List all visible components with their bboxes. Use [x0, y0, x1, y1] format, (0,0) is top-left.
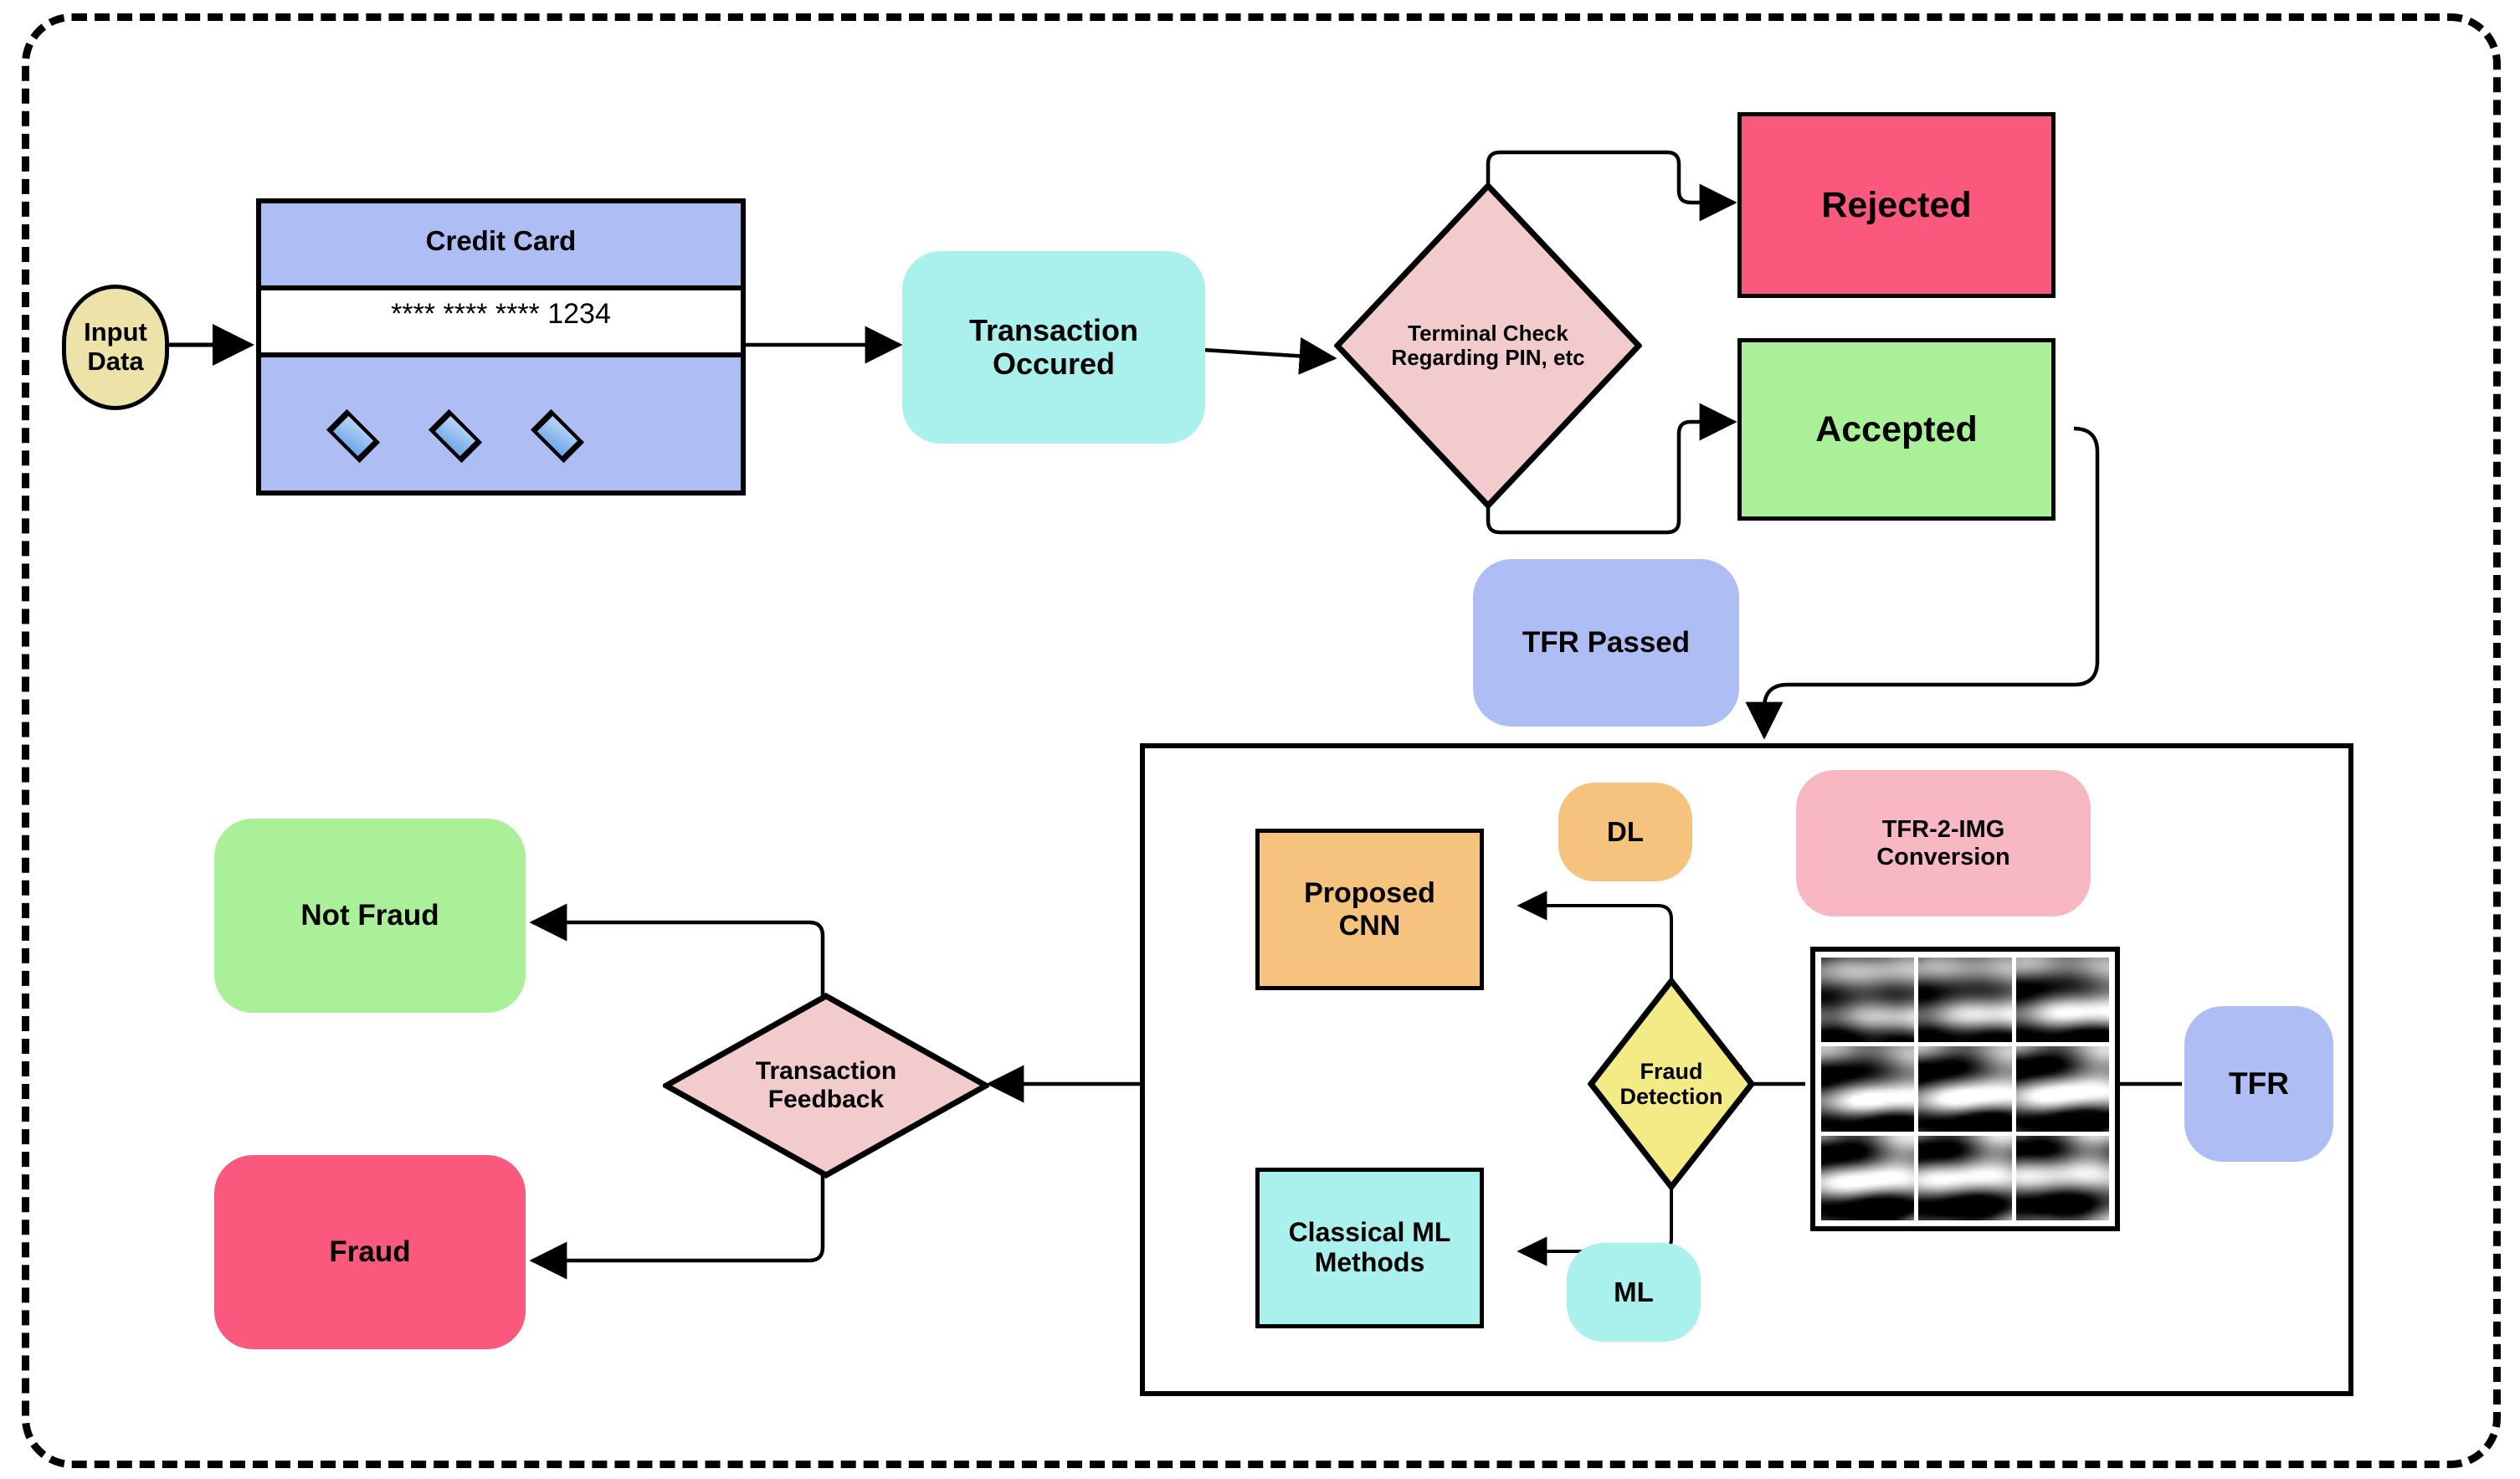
rejected-label: Rejected: [1821, 184, 1972, 225]
card-chip-row: [326, 408, 585, 464]
classical-ml-line1: Classical ML: [1288, 1217, 1451, 1248]
transaction-feedback-label: Transaction Feedback: [663, 993, 989, 1179]
node-transaction-feedback[interactable]: Transaction Feedback: [660, 992, 993, 1179]
node-input-data[interactable]: Input Data: [62, 285, 169, 410]
node-input-data-label: Input Data: [84, 317, 147, 376]
ml-label: ML: [1614, 1276, 1654, 1307]
transaction-feedback-line1: Transaction: [755, 1057, 897, 1086]
tfr-image-tile: [1821, 1135, 1915, 1220]
terminal-check-line2: Regarding PIN, etc: [1391, 345, 1585, 370]
card-title: Credit Card: [425, 225, 577, 256]
terminal-check-line1: Terminal Check: [1408, 320, 1568, 346]
node-tfr-image-grid[interactable]: [1810, 947, 2120, 1231]
tfr-image-tile: [1918, 958, 2012, 1043]
transaction-occured-line1: Transaction: [968, 312, 1139, 347]
tfr-2-img-line1: TFR-2-IMG: [1881, 816, 2005, 844]
node-ml[interactable]: ML: [1567, 1243, 1701, 1342]
node-dl[interactable]: DL: [1558, 783, 1692, 881]
node-tfr-passed[interactable]: TFR Passed: [1473, 559, 1739, 727]
not-fraud-label: Not Fraud: [300, 899, 439, 932]
transaction-occured-line2: Occured: [992, 347, 1116, 381]
fraud-detection-line2: Detection: [1619, 1084, 1723, 1109]
fraud-label: Fraud: [329, 1235, 411, 1269]
dl-label: DL: [1607, 815, 1644, 847]
tfr-image-tile: [1821, 1046, 1915, 1132]
terminal-check-label: Terminal Check Regarding PIN, etc: [1334, 182, 1642, 509]
node-terminal-check[interactable]: Terminal Check Regarding PIN, etc: [1333, 181, 1643, 511]
tfr-image-tile: [1918, 1135, 2012, 1220]
proposed-cnn-line2: CNN: [1338, 909, 1401, 942]
tfr-image-tile: [2015, 1135, 2109, 1220]
tfr-passed-label: TFR Passed: [1522, 626, 1691, 660]
tfr-2-img-line2: Conversion: [1876, 843, 2010, 870]
input-data-line1: Input: [84, 317, 147, 347]
tfr-image-tile: [1918, 1046, 2012, 1132]
node-fraud-detection[interactable]: Fraud Detection: [1587, 976, 1756, 1192]
classical-ml-label: Classical ML Methods: [1288, 1217, 1451, 1278]
transaction-occured-label: Transaction Occured: [968, 312, 1139, 382]
node-proposed-cnn[interactable]: Proposed CNN: [1255, 829, 1484, 990]
node-tfr-2-img-conversion[interactable]: TFR-2-IMG Conversion: [1796, 770, 2091, 917]
fraud-detection-label: Fraud Detection: [1588, 978, 1755, 1190]
card-chip-diamond-icon: [326, 408, 381, 464]
input-data-line2: Data: [87, 347, 144, 376]
card-chip-diamond-icon: [428, 408, 483, 464]
node-fraud[interactable]: Fraud: [214, 1155, 526, 1349]
tfr-label: TFR: [2229, 1066, 2289, 1102]
node-not-fraud[interactable]: Not Fraud: [214, 819, 526, 1013]
card-chip-diamond-icon: [530, 408, 585, 464]
tfr-image-tile: [2015, 958, 2109, 1043]
tfr-image-tile: [1821, 958, 1915, 1043]
card-number: **** **** **** 1234: [391, 298, 611, 330]
node-credit-card[interactable]: Credit Card **** **** **** 1234: [256, 198, 746, 496]
proposed-cnn-label: Proposed CNN: [1304, 877, 1435, 941]
node-rejected[interactable]: Rejected: [1737, 112, 2056, 298]
proposed-cnn-line1: Proposed: [1304, 877, 1435, 910]
node-classical-ml-methods[interactable]: Classical ML Methods: [1255, 1168, 1484, 1328]
node-transaction-occured[interactable]: Transaction Occured: [902, 251, 1205, 444]
fraud-detection-line1: Fraud: [1640, 1058, 1703, 1084]
tfr-2-img-label: TFR-2-IMG Conversion: [1876, 816, 2010, 870]
tfr-image-tile: [2015, 1046, 2109, 1132]
classical-ml-line2: Methods: [1314, 1247, 1425, 1277]
node-accepted[interactable]: Accepted: [1737, 338, 2056, 521]
node-tfr[interactable]: TFR: [2184, 1006, 2333, 1162]
accepted-label: Accepted: [1815, 408, 1978, 449]
transaction-feedback-line2: Feedback: [767, 1086, 885, 1113]
diagram-canvas: Input Data Credit Card **** **** **** 12…: [0, 0, 2520, 1479]
